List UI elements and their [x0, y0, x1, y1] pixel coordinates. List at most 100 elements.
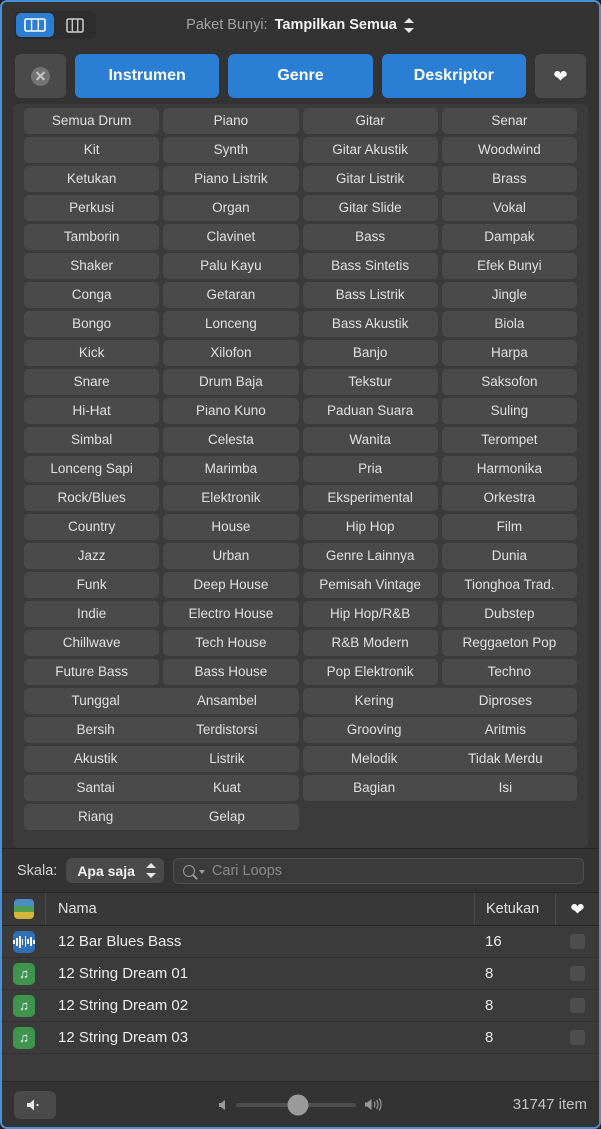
- row-favorite-cell[interactable]: [555, 966, 599, 981]
- keyword-button[interactable]: Clavinet: [163, 224, 299, 250]
- keyword-button[interactable]: Piano Kuno: [163, 398, 299, 424]
- keyword-button[interactable]: Marimba: [163, 456, 299, 482]
- keyword-button[interactable]: Bass Akustik: [302, 311, 438, 337]
- keyword-button[interactable]: Celesta: [163, 427, 299, 453]
- volume-slider[interactable]: [235, 1094, 356, 1115]
- keyword-button[interactable]: Gitar Akustik: [302, 137, 438, 163]
- keyword-button[interactable]: Simbal: [24, 427, 160, 453]
- grid-column-icon-button[interactable]: [56, 13, 94, 37]
- keyword-button[interactable]: Getaran: [163, 282, 299, 308]
- keyword-button[interactable]: Bass House: [163, 659, 299, 685]
- keyword-button[interactable]: Hip Hop: [302, 514, 438, 540]
- keyword-button[interactable]: Perkusi: [24, 195, 160, 221]
- scale-stepper-icon[interactable]: [145, 861, 157, 880]
- keyword-button[interactable]: R&B Modern: [302, 630, 438, 656]
- keyword-button-wide[interactable]: Tunggal Ansambel: [24, 688, 299, 714]
- keyword-button[interactable]: Genre Lainnya: [302, 543, 438, 569]
- keyword-button[interactable]: Film: [441, 514, 577, 540]
- keyword-button[interactable]: Ketukan: [24, 166, 160, 192]
- favorite-checkbox[interactable]: [569, 998, 585, 1013]
- keyword-button[interactable]: Dampak: [441, 224, 577, 250]
- row-favorite-cell[interactable]: [555, 998, 599, 1013]
- keyword-button[interactable]: Vokal: [441, 195, 577, 221]
- keyword-button[interactable]: Bongo: [24, 311, 160, 337]
- table-row[interactable]: ♫ 12 String Dream 01 8: [2, 958, 599, 990]
- keyword-button[interactable]: Dubstep: [441, 601, 577, 627]
- keyword-button[interactable]: Gitar Listrik: [302, 166, 438, 192]
- keyword-button[interactable]: Pria: [302, 456, 438, 482]
- keyword-button[interactable]: Biola: [441, 311, 577, 337]
- keyword-button[interactable]: Harmonika: [441, 456, 577, 482]
- keyword-button[interactable]: Chillwave: [24, 630, 160, 656]
- list-header-beats[interactable]: Ketukan: [474, 893, 555, 925]
- keyword-button[interactable]: Organ: [163, 195, 299, 221]
- favorite-checkbox[interactable]: [569, 1030, 585, 1045]
- keyword-button[interactable]: Xilofon: [163, 340, 299, 366]
- table-row[interactable]: 12 Bar Blues Bass 16: [2, 926, 599, 958]
- keyword-button[interactable]: Future Bass: [24, 659, 160, 685]
- keyword-button[interactable]: Suling: [441, 398, 577, 424]
- table-row[interactable]: ♫ 12 String Dream 02 8: [2, 990, 599, 1022]
- keyword-button[interactable]: Piano Listrik: [163, 166, 299, 192]
- search-loops-field[interactable]: Cari Loops: [172, 857, 584, 884]
- row-favorite-cell[interactable]: [555, 1030, 599, 1045]
- keyword-button[interactable]: Tech House: [163, 630, 299, 656]
- keyword-button[interactable]: Tamborin: [24, 224, 160, 250]
- grid-wide-icon-button[interactable]: [16, 13, 54, 37]
- keyword-button[interactable]: Shaker: [24, 253, 160, 279]
- list-header-name[interactable]: Nama: [46, 893, 474, 925]
- keyword-button[interactable]: Kit: [24, 137, 160, 163]
- keyword-button[interactable]: Eksperimental: [302, 485, 438, 511]
- favorite-checkbox[interactable]: [569, 934, 585, 949]
- keyword-button[interactable]: Woodwind: [441, 137, 577, 163]
- keyword-button-wide[interactable]: Grooving Aritmis: [302, 717, 577, 743]
- list-header-type-column[interactable]: [2, 893, 46, 925]
- table-row[interactable]: ♫ 12 String Dream 03 8: [2, 1022, 599, 1054]
- keyword-button-wide[interactable]: Akustik Listrik: [24, 746, 299, 772]
- keyword-button[interactable]: Elektronik: [163, 485, 299, 511]
- keyword-button[interactable]: Tekstur: [302, 369, 438, 395]
- keyword-button[interactable]: Deep House: [163, 572, 299, 598]
- clear-filters-button[interactable]: [15, 54, 66, 98]
- keyword-button[interactable]: House: [163, 514, 299, 540]
- keyword-button[interactable]: Synth: [163, 137, 299, 163]
- favorites-filter-button[interactable]: ❤: [534, 54, 586, 98]
- keyword-button[interactable]: Pop Elektronik: [302, 659, 438, 685]
- keyword-button-wide[interactable]: Kering Diproses: [302, 688, 577, 714]
- keyword-button[interactable]: Conga: [24, 282, 160, 308]
- keyword-button[interactable]: Semua Drum: [24, 108, 160, 134]
- keyword-button[interactable]: Jingle: [441, 282, 577, 308]
- view-mode-toggle[interactable]: [14, 11, 96, 39]
- keyword-button[interactable]: Hi-Hat: [24, 398, 160, 424]
- keyword-button[interactable]: Dunia: [441, 543, 577, 569]
- volume-control[interactable]: [2, 1094, 599, 1115]
- keyword-button[interactable]: Urban: [163, 543, 299, 569]
- keyword-button[interactable]: Tionghoa Trad.: [441, 572, 577, 598]
- keyword-button[interactable]: Gitar Slide: [302, 195, 438, 221]
- keyword-button[interactable]: Drum Baja: [163, 369, 299, 395]
- keyword-button-wide[interactable]: Santai Kuat: [24, 775, 299, 801]
- keyword-button[interactable]: Indie: [24, 601, 160, 627]
- keyword-button[interactable]: Lonceng Sapi: [24, 456, 160, 482]
- chevron-down-icon[interactable]: [198, 870, 205, 874]
- keyword-button[interactable]: Hip Hop/R&B: [302, 601, 438, 627]
- keyword-button[interactable]: Bass: [302, 224, 438, 250]
- keyword-button[interactable]: Paduan Suara: [302, 398, 438, 424]
- keyword-button-wide[interactable]: Melodik Tidak Merdu: [302, 746, 577, 772]
- keyword-button[interactable]: Efek Bunyi: [441, 253, 577, 279]
- updown-stepper-icon[interactable]: [403, 16, 415, 35]
- scale-select[interactable]: Apa saja: [66, 858, 164, 883]
- keyword-button[interactable]: Terompet: [441, 427, 577, 453]
- keyword-button[interactable]: Wanita: [302, 427, 438, 453]
- mute-button[interactable]: [14, 1090, 56, 1119]
- keyword-button[interactable]: Brass: [441, 166, 577, 192]
- tab-genre[interactable]: Genre: [228, 54, 373, 98]
- keyword-button[interactable]: Techno: [441, 659, 577, 685]
- keyword-button[interactable]: Rock/Blues: [24, 485, 160, 511]
- keyword-button[interactable]: Orkestra: [441, 485, 577, 511]
- volume-slider-knob[interactable]: [287, 1094, 308, 1115]
- keyword-button[interactable]: Kick: [24, 340, 160, 366]
- keyword-button-wide[interactable]: Bersih Terdistorsi: [24, 717, 299, 743]
- keyword-button[interactable]: Lonceng: [163, 311, 299, 337]
- keyword-button[interactable]: Senar: [441, 108, 577, 134]
